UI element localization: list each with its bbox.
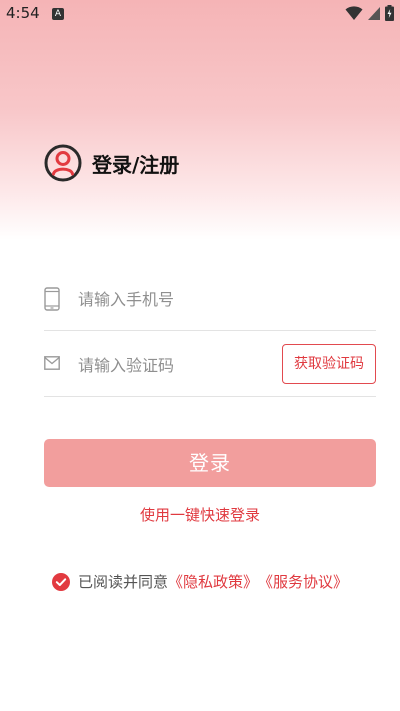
agreement-row: 已阅读并同意 《隐私政策》 《服务协议》 (52, 571, 348, 592)
phone-input[interactable] (76, 284, 300, 314)
checkbox-checked-icon[interactable] (52, 572, 70, 591)
verification-code-input[interactable] (76, 350, 300, 380)
service-agreement-link[interactable]: 《服务协议》 (258, 571, 348, 592)
status-icons (345, 5, 394, 21)
notification-a-icon: A (52, 8, 64, 20)
page-title: 登录/注册 (92, 152, 180, 177)
mail-icon (44, 356, 60, 370)
login-button[interactable]: 登录 (44, 439, 376, 487)
login-header: 登录/注册 (44, 144, 179, 182)
battery-icon (385, 5, 394, 21)
wifi-icon (345, 6, 363, 20)
status-time: 4:54 (6, 4, 40, 22)
get-code-button[interactable]: 获取验证码 (282, 344, 376, 384)
signal-icon (368, 7, 380, 20)
privacy-policy-link[interactable]: 《隐私政策》 (168, 571, 258, 592)
user-circle-icon (44, 144, 82, 182)
code-field: 获取验证码 (44, 332, 376, 397)
quick-login-link[interactable]: 使用一键快速登录 (0, 504, 400, 525)
agreement-text: 已阅读并同意 (78, 573, 169, 591)
phone-icon (44, 287, 60, 311)
phone-field (44, 266, 376, 331)
status-bar: 4:54 A (0, 0, 400, 28)
